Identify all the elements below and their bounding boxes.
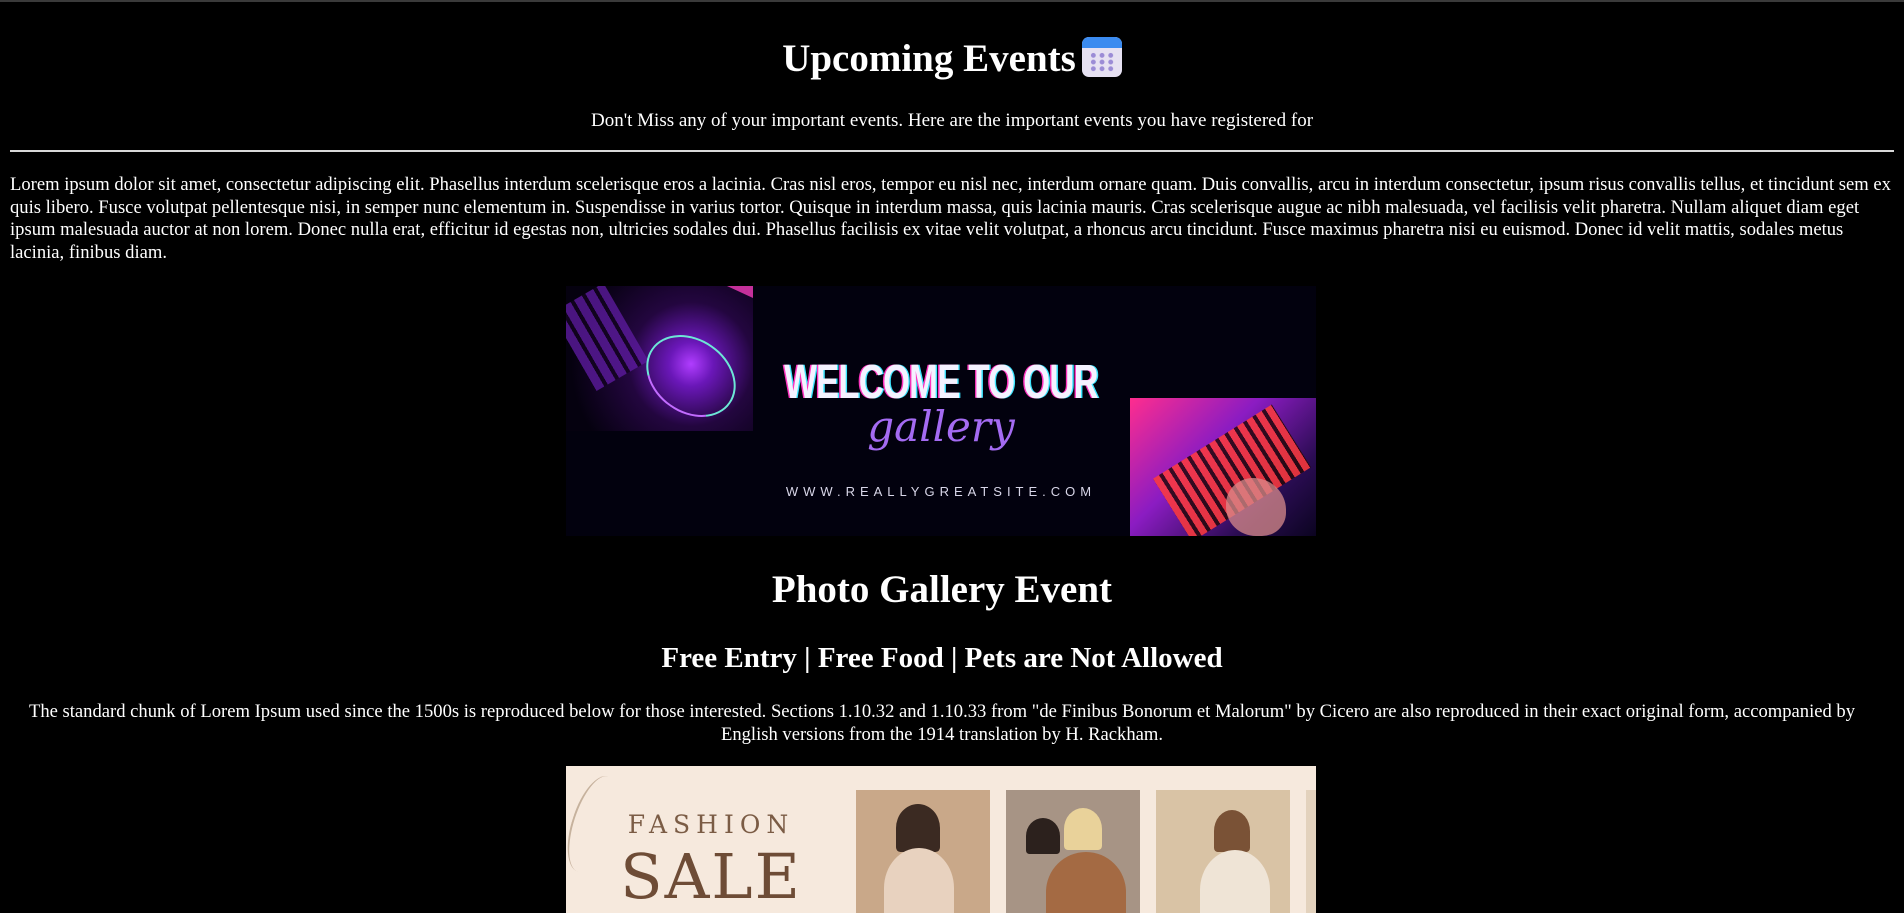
event-description: The standard chunk of Lorem Ipsum used s… xyxy=(28,701,1856,745)
intro-paragraph: Lorem ipsum dolor sit amet, consectetur … xyxy=(10,174,1891,264)
page-subtitle: Don't Miss any of your important events.… xyxy=(590,110,1314,131)
banner-accent-corner xyxy=(727,286,753,298)
banner-website: WWW.REALLYGREATSITE.COM xyxy=(785,484,1097,499)
calendar-icon xyxy=(1081,37,1122,77)
model-photo-4 xyxy=(1306,790,1316,913)
model-photo-2 xyxy=(1006,790,1140,913)
model-photo-1 xyxy=(856,790,990,913)
fashion-label: FASHION xyxy=(627,810,795,839)
section-divider xyxy=(10,150,1894,152)
window-top-border xyxy=(0,0,1904,2)
event-tags: Free Entry | Free Food | Pets are Not Al… xyxy=(661,642,1223,674)
page-title: Upcoming Events xyxy=(10,34,1894,84)
sale-label: SALE xyxy=(620,840,802,913)
event-title: Photo Gallery Event xyxy=(771,568,1113,611)
banner-script-word: gallery xyxy=(867,402,1015,451)
page-title-text: Upcoming Events xyxy=(782,37,1076,80)
gallery-event-banner-image: WELCOME TO OUR gallery WWW.REALLYGREATSI… xyxy=(566,286,1316,536)
model-photo-3 xyxy=(1156,790,1290,913)
fashion-sale-banner-image: FASHION SALE xyxy=(566,766,1316,913)
